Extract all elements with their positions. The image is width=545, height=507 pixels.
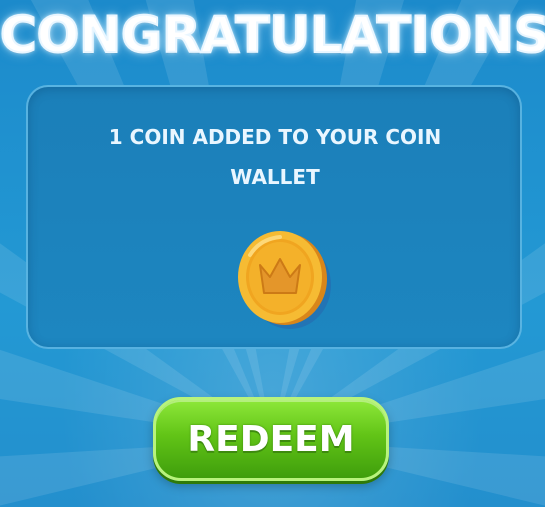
reward-message: 1 COIN ADDED TO YOUR COIN WALLET — [100, 117, 450, 197]
crown-coin-icon — [238, 231, 331, 329]
redeem-button[interactable]: REDEEM — [153, 397, 389, 481]
dialog-title: CONGRATULATIONS — [0, 5, 545, 65]
reward-message-line1: 1 COIN ADDED TO YOUR COIN — [108, 125, 442, 149]
redeem-button-label: REDEEM — [187, 419, 355, 460]
reward-message-line2: WALLET — [230, 165, 320, 189]
